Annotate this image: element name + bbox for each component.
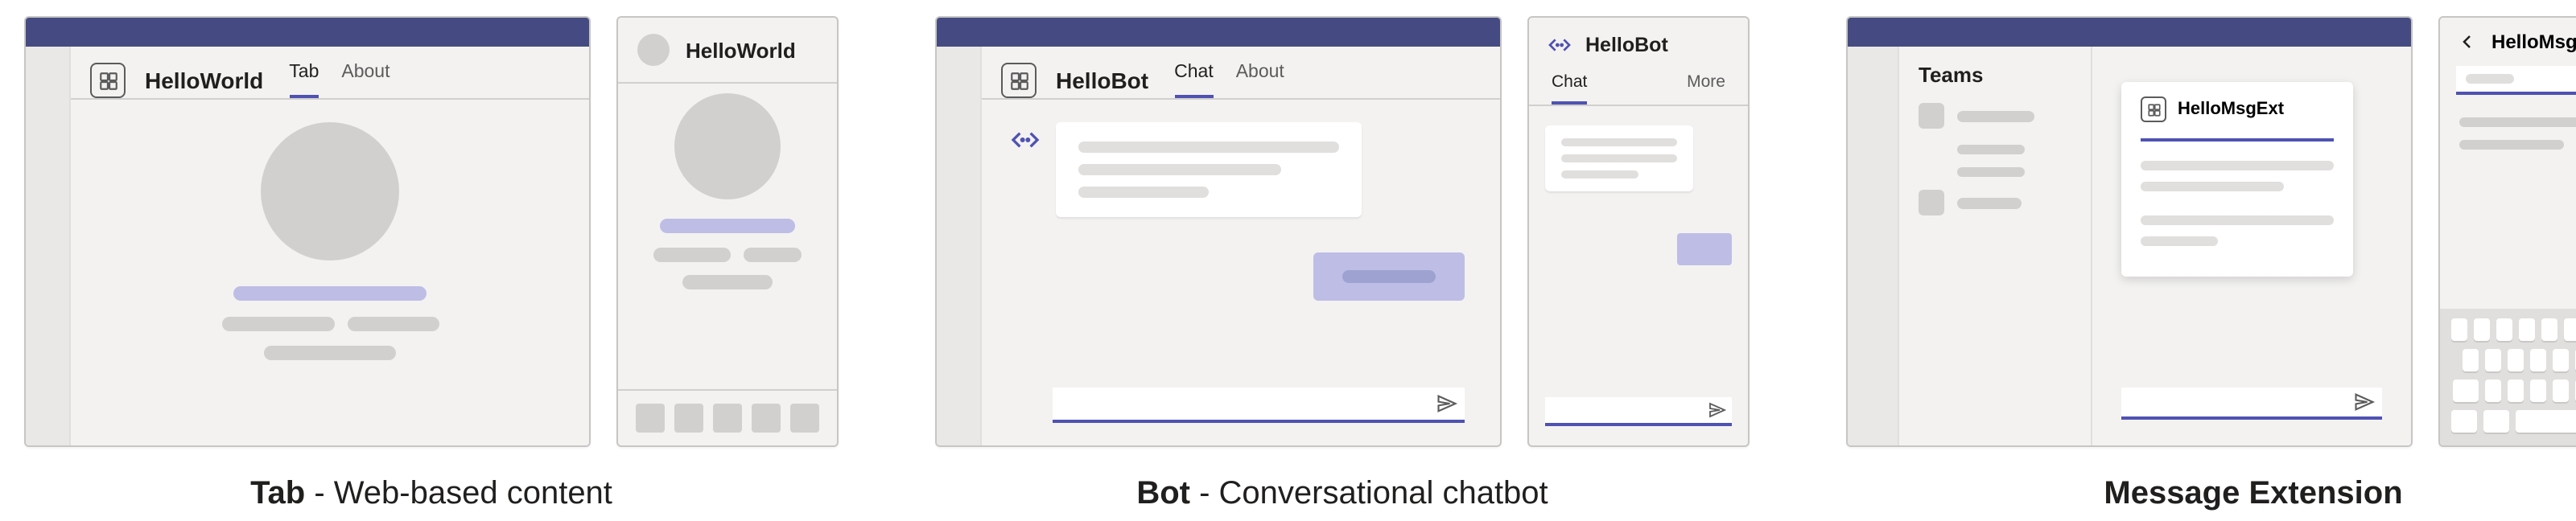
app-name: HelloWorld [145, 68, 263, 93]
team-item[interactable] [1919, 190, 2071, 215]
mobile-tab-more[interactable]: More [1687, 72, 1725, 105]
tab-link-chat[interactable]: Chat [1174, 63, 1214, 98]
result-line [2141, 181, 2284, 191]
avatar-placeholder [674, 93, 781, 199]
chat-area [982, 100, 1500, 381]
channel-item[interactable] [1957, 145, 2025, 154]
tab-header: HelloWorld Tab About [71, 47, 589, 100]
mobile-tab-bar[interactable] [618, 391, 837, 445]
nav-item[interactable] [752, 404, 781, 433]
mobile-header: HelloMsgExt [2440, 18, 2576, 66]
bot-desktop-frame: HelloBot Chat About [935, 16, 1502, 447]
mobile-title: HelloBot [1585, 34, 1668, 56]
content-line [264, 346, 396, 360]
mobile-chat-area [1529, 106, 1748, 391]
teams-pane: Teams [1899, 47, 2092, 445]
window-titlebar [1848, 18, 2411, 47]
section-bot: HelloBot Chat About [935, 16, 1750, 513]
result-line [2141, 215, 2334, 224]
send-icon[interactable] [1436, 392, 1458, 415]
result-line [2141, 160, 2334, 170]
bot-icon [1545, 31, 1574, 59]
bot-message-card [1545, 125, 1693, 191]
result-line [2459, 117, 2576, 127]
mobile-header: HelloBot [1529, 18, 1748, 72]
conversation-pane: HelloMsgExt [2092, 47, 2411, 445]
content-line [233, 286, 427, 301]
tab-link-tab[interactable]: Tab [289, 63, 319, 98]
nav-item[interactable] [674, 404, 703, 433]
mobile-tab-chat[interactable]: Chat [1552, 72, 1587, 105]
popup-title: HelloMsgExt [2178, 100, 2284, 119]
search-placeholder [2466, 74, 2514, 84]
content-line [348, 317, 439, 331]
caption-msgext: Message Extension [2104, 476, 2402, 513]
nav-item[interactable] [790, 404, 819, 433]
nav-item[interactable] [713, 404, 742, 433]
tab-content [71, 100, 589, 445]
bot-icon [1008, 122, 1043, 158]
mobile-title: HelloMsgExt [2492, 31, 2576, 53]
tab-mobile-frame: HelloWorld [616, 16, 839, 447]
bot-header: HelloBot Chat About [982, 47, 1500, 100]
mobile-header: HelloWorld [618, 18, 837, 82]
app-rail[interactable] [26, 47, 71, 445]
compose-input[interactable] [2121, 388, 2382, 420]
compose-input[interactable] [1545, 397, 1732, 426]
nav-item[interactable] [636, 404, 665, 433]
app-rail[interactable] [1848, 47, 1899, 445]
content-line [682, 275, 773, 289]
user-message [1677, 233, 1732, 265]
window-titlebar [937, 18, 1500, 47]
mobile-title: HelloWorld [686, 38, 796, 62]
msgext-desktop-frame: Teams HelloMsgExt [1846, 16, 2413, 447]
keyboard[interactable] [2440, 309, 2576, 445]
result-line [2459, 140, 2564, 150]
avatar-icon [637, 34, 670, 66]
app-rail[interactable] [937, 47, 982, 445]
back-icon[interactable] [2456, 31, 2479, 53]
content-line [660, 219, 795, 233]
content-line [653, 248, 730, 262]
caption-tab: Tab - Web-based content [250, 476, 612, 513]
tab-link-about[interactable]: About [341, 63, 389, 98]
window-titlebar [26, 18, 589, 47]
section-msgext: Teams HelloMsgExt [1846, 16, 2576, 513]
tab-desktop-frame: HelloWorld Tab About [24, 16, 591, 447]
result-line [2141, 236, 2218, 245]
app-name: HelloBot [1056, 68, 1148, 93]
team-item[interactable] [1919, 103, 2071, 129]
avatar-placeholder [261, 122, 399, 260]
user-message [1313, 252, 1465, 301]
send-icon[interactable] [2353, 391, 2376, 413]
section-tab: HelloWorld Tab About [24, 16, 839, 513]
caption-bot: Bot - Conversational chatbot [1136, 476, 1548, 513]
channel-item[interactable] [1957, 167, 2025, 177]
search-input[interactable] [2456, 66, 2576, 95]
send-icon[interactable] [1708, 400, 1727, 420]
popup-divider [2141, 138, 2334, 141]
msgext-mobile-frame: HelloMsgExt [2438, 16, 2576, 447]
app-icon [2141, 96, 2166, 122]
app-icon [1001, 63, 1037, 98]
tab-link-about[interactable]: About [1236, 63, 1284, 98]
content-line [743, 248, 802, 262]
bot-mobile-frame: HelloBot Chat More [1527, 16, 1750, 447]
bot-message-card [1056, 122, 1362, 217]
mobile-content [618, 82, 837, 391]
msgext-popup[interactable]: HelloMsgExt [2121, 82, 2353, 276]
compose-input[interactable] [1053, 388, 1465, 423]
app-icon [90, 63, 126, 98]
teams-label: Teams [1919, 63, 2071, 87]
content-line [221, 317, 335, 331]
results-area [2440, 95, 2576, 309]
